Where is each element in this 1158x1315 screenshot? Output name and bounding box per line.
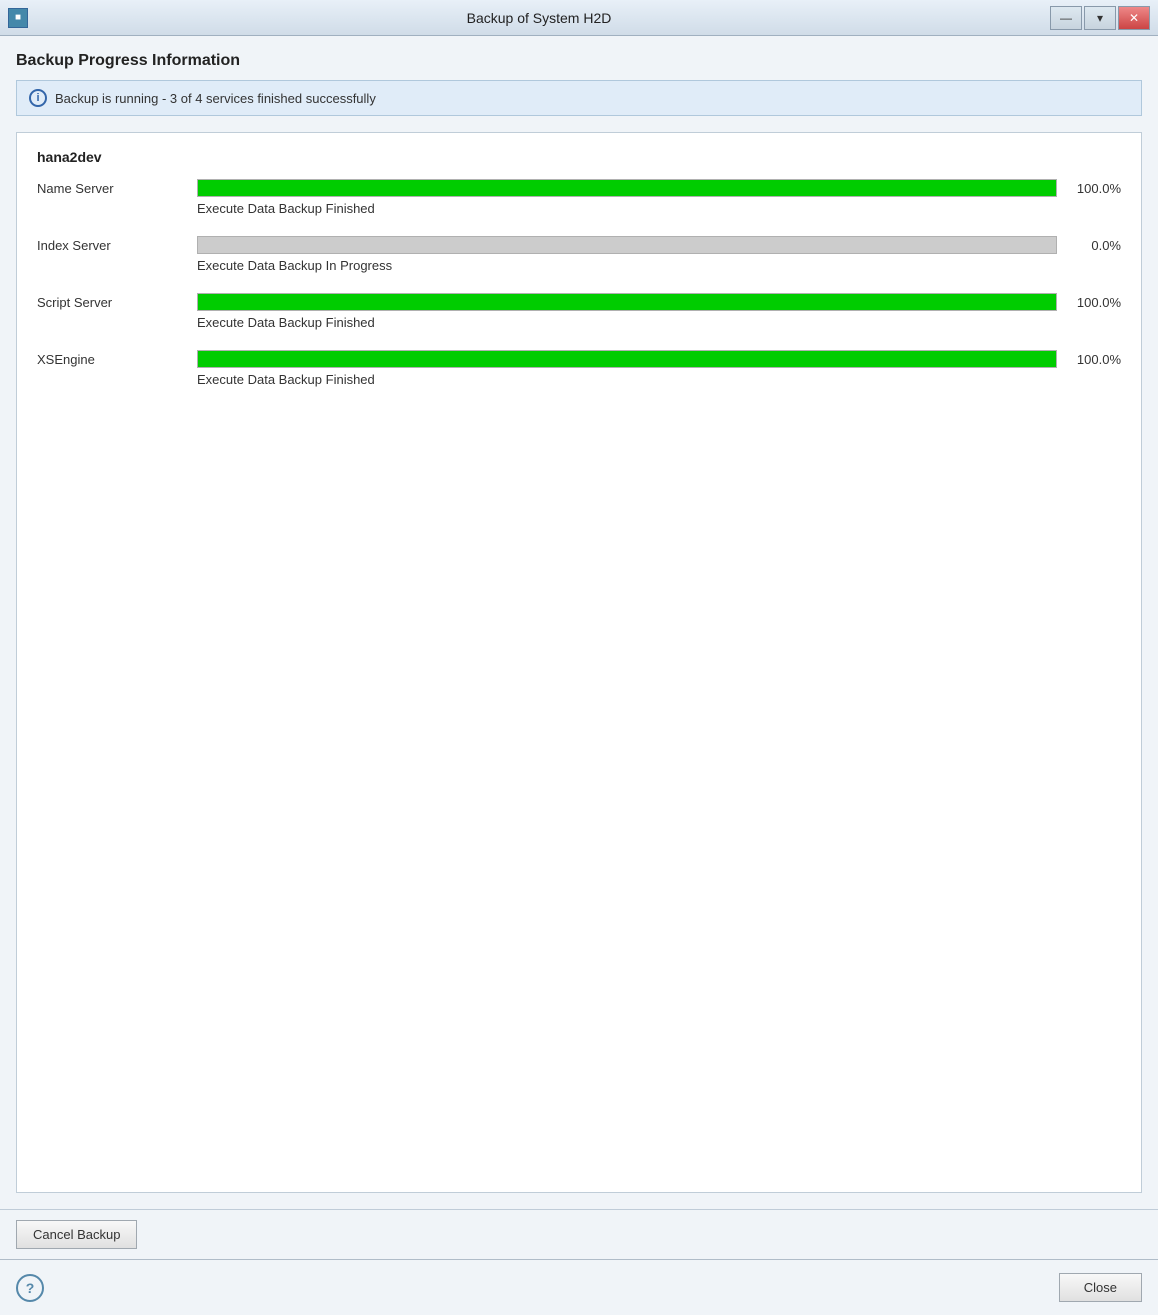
progress-percent: 100.0% [1069, 352, 1121, 367]
server-group-name: hana2dev [37, 149, 1121, 165]
progress-bar-fill [198, 237, 1056, 253]
service-row: Index Server 0.0% Execute Data Backup In P… [37, 236, 1121, 273]
service-status: Execute Data Backup Finished [197, 315, 1121, 330]
progress-row: 100.0% [197, 293, 1121, 311]
close-window-button[interactable]: ✕ [1118, 6, 1150, 30]
bottom-bar: Cancel Backup [0, 1209, 1158, 1259]
main-content: Backup Progress Information i Backup is … [0, 36, 1158, 1209]
service-right: 100.0% Execute Data Backup Finished [197, 293, 1121, 330]
progress-bar-container [197, 350, 1057, 368]
service-status: Execute Data Backup Finished [197, 201, 1121, 216]
progress-percent: 100.0% [1069, 181, 1121, 196]
app-icon: ■ [8, 8, 28, 28]
footer: ? Close [0, 1259, 1158, 1315]
progress-percent: 100.0% [1069, 295, 1121, 310]
cancel-backup-button[interactable]: Cancel Backup [16, 1220, 137, 1249]
titlebar: ■ Backup of System H2D — ▾ ✕ [0, 0, 1158, 36]
window-controls: — ▾ ✕ [1050, 6, 1150, 30]
progress-row: 100.0% [197, 350, 1121, 368]
close-button[interactable]: Close [1059, 1273, 1142, 1302]
service-row: XSEngine 100.0% Execute Data Backup Finish… [37, 350, 1121, 387]
status-text: Backup is running - 3 of 4 services fini… [55, 91, 376, 106]
dropdown-button[interactable]: ▾ [1084, 6, 1116, 30]
service-row: Name Server 100.0% Execute Data Backup Fin… [37, 179, 1121, 216]
page-title: Backup Progress Information [16, 52, 1142, 70]
service-right: 100.0% Execute Data Backup Finished [197, 350, 1121, 387]
service-right: 100.0% Execute Data Backup Finished [197, 179, 1121, 216]
service-status: Execute Data Backup Finished [197, 372, 1121, 387]
progress-bar-fill [198, 351, 1056, 367]
service-row: Script Server 100.0% Execute Data Backup F… [37, 293, 1121, 330]
progress-row: 0.0% [197, 236, 1121, 254]
progress-row: 100.0% [197, 179, 1121, 197]
progress-bar-container [197, 179, 1057, 197]
service-name: XSEngine [37, 350, 197, 367]
service-status: Execute Data Backup In Progress [197, 258, 1121, 273]
help-icon[interactable]: ? [16, 1274, 44, 1302]
service-name: Index Server [37, 236, 197, 253]
service-name: Name Server [37, 179, 197, 196]
header-section: Backup Progress Information i Backup is … [16, 52, 1142, 116]
progress-bar-container [197, 236, 1057, 254]
service-right: 0.0% Execute Data Backup In Progress [197, 236, 1121, 273]
status-bar: i Backup is running - 3 of 4 services fi… [16, 80, 1142, 116]
window-title: Backup of System H2D [28, 10, 1050, 26]
services-container: Name Server 100.0% Execute Data Backup Fin… [37, 179, 1121, 387]
progress-bar-container [197, 293, 1057, 311]
service-name: Script Server [37, 293, 197, 310]
progress-panel: hana2dev Name Server 100.0% Execute Data B… [16, 132, 1142, 1193]
info-icon: i [29, 89, 47, 107]
progress-percent: 0.0% [1069, 238, 1121, 253]
progress-bar-fill [198, 294, 1056, 310]
minimize-button[interactable]: — [1050, 6, 1082, 30]
progress-bar-fill [198, 180, 1056, 196]
